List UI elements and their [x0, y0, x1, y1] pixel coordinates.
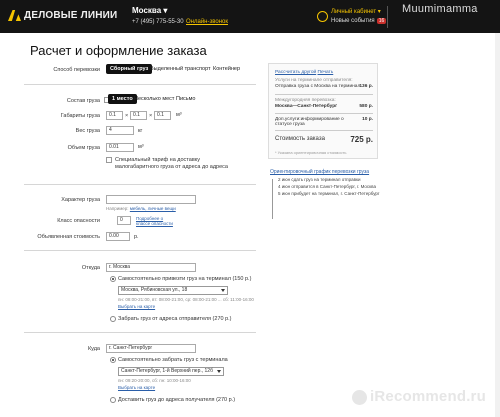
- calc-total-label: Стоимость заказа: [275, 136, 325, 142]
- volume-label: Объем груза: [67, 145, 100, 151]
- calc-row-route: Москва—Санкт-Петербург 580 р.: [275, 104, 373, 109]
- delivery-schedule: Ориентировочный график перевозки груза 2…: [270, 169, 390, 219]
- calculation-summary: Рассчитать другой Печать Услуги на терми…: [268, 63, 378, 159]
- from-pickup-radio[interactable]: [110, 316, 116, 322]
- cargo-label: Состав груза: [66, 98, 100, 104]
- calc-row-value: 580 р.: [359, 104, 373, 109]
- volume-unit: м³: [138, 144, 144, 150]
- to-map-link[interactable]: Выбрать на карте: [118, 385, 155, 390]
- from-city-input[interactable]: г. Москва: [106, 263, 196, 272]
- length-input[interactable]: 0.1: [106, 111, 123, 120]
- special-tariff-text: Специальный тариф на доставку малогабари…: [115, 157, 228, 170]
- from-pickup-text: Забрать груз от адреса отправителя (270 …: [118, 316, 232, 322]
- weight-input[interactable]: 4: [106, 126, 134, 135]
- schedule-row: 2 июн сдать груз на терминал отправки: [278, 177, 361, 182]
- to-terminal-select[interactable]: Санкт-Петербург, 1-й Верхний пер., 12б: [118, 367, 224, 376]
- to-terminal-value: Санкт-Петербург, 1-й Верхний пер., 12б: [121, 368, 213, 374]
- width-input[interactable]: 0.1: [130, 111, 147, 120]
- to-city-input[interactable]: г. Санкт-Петербург: [106, 344, 196, 353]
- from-terminal-select[interactable]: Москва, Рябиновская ул., 18: [118, 286, 228, 295]
- calc-total: Стоимость заказа 725 р.: [275, 135, 373, 144]
- calc-links: Рассчитать другой Печать: [275, 70, 373, 75]
- schedule-row: 5 июн прибудет на терминал, г. Санкт-Пет…: [278, 191, 380, 196]
- calc-row-text: Москва—Санкт-Петербург: [275, 104, 338, 109]
- nature-example-prefix: Например:: [106, 206, 129, 211]
- calc-total-value: 725 р.: [350, 135, 373, 144]
- section-divider: [24, 84, 256, 85]
- dims-x-1: ×: [125, 113, 129, 119]
- section-divider: [24, 332, 256, 333]
- chevron-down-icon: [217, 370, 221, 373]
- nature-label: Характер груза: [61, 197, 100, 203]
- special-tariff-checkbox[interactable]: [106, 157, 112, 163]
- from-terminal-value: Москва, Рябиновская ул., 18: [121, 287, 188, 293]
- tab-container[interactable]: Контейнер: [209, 64, 244, 74]
- to-label: Куда: [87, 346, 100, 352]
- schedule-title[interactable]: Ориентировочный график перевозки груза: [270, 169, 390, 175]
- hazard-input[interactable]: 0: [117, 216, 131, 225]
- order-form: Способ перевозки Сборный груз Выделенный…: [0, 0, 500, 417]
- dims-x-2: ×: [149, 113, 153, 119]
- volume-input[interactable]: 0.01: [106, 143, 134, 152]
- hazard-info-link[interactable]: Подробнее о классе опасности: [136, 216, 176, 226]
- print-link[interactable]: Печать: [318, 70, 334, 75]
- to-self-pickup-radio[interactable]: [110, 357, 116, 363]
- declared-value-input[interactable]: 0.00: [106, 232, 130, 241]
- schedule-row: 4 июн отправится в Санкт-Петербург, г. М…: [278, 184, 376, 189]
- from-label: Откуда: [81, 265, 100, 271]
- from-terminal-hours: пн: 08:00-21:00, вт: 08:00-21:00, ср: 08…: [118, 297, 254, 302]
- irecommend-logo-icon: [352, 389, 367, 405]
- to-delivery-text: Доставить груз до адреса получателя (270…: [118, 397, 236, 403]
- calc-row-departure: Отправка груза с Москва на терминал 136 р…: [275, 84, 373, 89]
- weight-unit: кг: [138, 128, 143, 134]
- calc-row-header: Услуги на терминале отправителя:: [275, 78, 353, 83]
- calc-divider: [275, 130, 373, 131]
- declared-value-unit: р.: [134, 234, 139, 240]
- weight-label: Вес груза: [75, 128, 100, 134]
- calc-divider: [275, 94, 373, 95]
- height-input[interactable]: 0.1: [154, 111, 171, 120]
- calc-row-text: Отправка груза с Москва на терминал: [275, 84, 361, 89]
- nature-example-links[interactable]: мебель, личные вещи: [130, 206, 176, 211]
- dims-unit: м³: [176, 112, 182, 118]
- irecommend-watermark: iRecommend.ru: [352, 388, 486, 405]
- calc-divider: [275, 113, 373, 114]
- dims-label: Габариты груза: [60, 113, 100, 119]
- letter-option[interactable]: Письмо: [172, 94, 199, 104]
- calc-row-header: Междугородняя перевозка:: [275, 98, 336, 103]
- nature-input[interactable]: [106, 195, 196, 204]
- hazard-label: Класс опасности: [57, 218, 100, 224]
- nature-example: Например: мебель, личные вещи: [106, 206, 176, 211]
- chevron-down-icon: [221, 289, 225, 292]
- to-terminal-hours: пн: 09:20-20:00, сб: пн: 10:00-16:00: [118, 378, 191, 383]
- calc-row-extra-value: 10 р.: [362, 117, 373, 122]
- tab-dedicated[interactable]: Выделенный транспорт: [146, 64, 215, 74]
- from-self-delivery-radio[interactable]: [110, 276, 116, 282]
- recalculate-link[interactable]: Рассчитать другой: [275, 70, 316, 75]
- from-map-link[interactable]: Выбрать на карте: [118, 304, 155, 309]
- to-delivery-radio[interactable]: [110, 397, 116, 403]
- to-self-pickup-text: Самостоятельно забрать груз с терминала: [118, 357, 228, 363]
- transport-label: Способ перевозки: [53, 67, 100, 73]
- schedule-timeline: [272, 179, 273, 219]
- scrollbar[interactable]: [495, 33, 500, 417]
- calc-row-value: 136 р.: [359, 84, 373, 89]
- declared-value-label: Объявленная стоимость: [37, 234, 100, 240]
- irecommend-watermark-text: iRecommend.ru: [370, 388, 486, 405]
- section-divider: [24, 250, 256, 251]
- from-self-delivery-text: Самостоятельно привезти груз на терминал…: [118, 276, 252, 282]
- calc-note: * Указана ориентировочная стоимость: [275, 150, 347, 155]
- section-divider: [24, 184, 256, 185]
